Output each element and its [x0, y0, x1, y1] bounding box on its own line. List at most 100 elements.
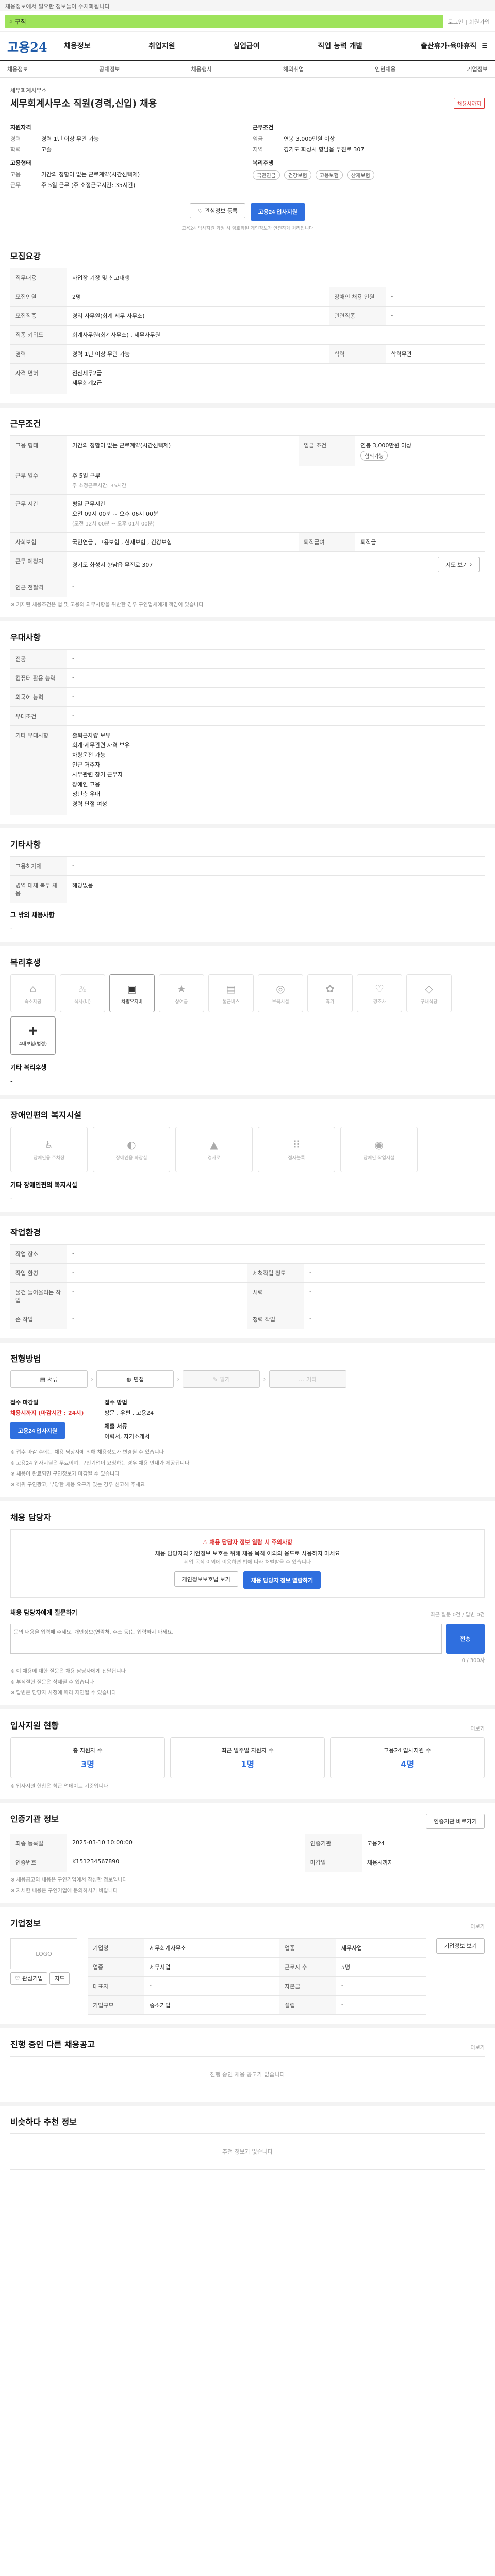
welfare-icons: ⌂ 숙소제공 ♨ 식사(비) ▣ 차량유지비 ★ 상여금 ▤ 통근버스 ◎ 보육시설 ✿ 휴가 ♡ 경조사 ◇ 구…	[10, 974, 485, 1055]
global-nav: 고용24 채용정보 취업지원 실업급여 직업 능력 개발 출산휴가·육아휴직 ☰	[0, 32, 495, 61]
section-title: 근무조건	[10, 419, 41, 429]
table-row: 모집직종 경리 사무원(회계 세무 사무소) 관련직종 -	[10, 306, 485, 326]
empty-state: 진행 중인 채용 공고가 없습니다	[10, 2056, 485, 2092]
gnb-item[interactable]: 실업급여	[233, 41, 260, 51]
chevron-right-icon: ›	[470, 562, 472, 568]
table-row: 우대조건 -	[10, 706, 485, 726]
benefit-card: ⠿ 점자블록	[258, 1127, 335, 1172]
benefit-card: ▲ 경사로	[175, 1127, 253, 1172]
benefit-label: 통근버스	[222, 999, 240, 1005]
benefit-label: 경조사	[373, 999, 386, 1005]
benefit-label: 장애인용 화장실	[116, 1155, 147, 1161]
lodging-icon: ⌂	[29, 982, 37, 995]
map-button[interactable]: 지도 보기 ›	[437, 557, 480, 572]
gnb-item[interactable]: 출산휴가·육아휴직	[421, 41, 476, 51]
top-notice: 채용정보에서 필요한 정보들이 수치화됩니다	[0, 0, 495, 11]
table-row: 자격 면허 전산세무2급 세무회계2급	[10, 363, 485, 394]
company-map-button[interactable]: 지도	[50, 1972, 70, 1985]
apply-button[interactable]: 고용24 입사지원	[250, 203, 305, 221]
info-table: 최종 등록일 2025-03-10 10:00:00 인증기관 고용24 인증번호 K1…	[10, 1834, 485, 1872]
send-question-button[interactable]: 전송	[446, 1624, 485, 1654]
fourins-icon: ✚	[28, 1024, 38, 1037]
lnb-item[interactable]: 인턴채용	[375, 65, 395, 73]
benefit-label: 경사로	[207, 1155, 221, 1161]
recruit-section: 모집요강 직무내용 사업장 기장 및 신고대행 모집인원 2명 장애인 채용 인원 - …	[0, 240, 495, 408]
favorite-company-button[interactable]: ♡ 관심기업	[10, 1972, 48, 1985]
prefer-table: 전공 - 컴퓨터 활용 능력 - 외국어 능력 - 우대조건 - 기타 우대사항 출퇴근…	[10, 649, 485, 815]
summary-left: 지원자격 경력 경력 1년 이상 무관 가능 학력 고졸 고용형태 고용 기간의 정함…	[10, 124, 140, 189]
environment-table: 작업 장소 - 작업 환경 - 세척작업 정도 - 물건 들어올리는 작업 - 시력 - 손 …	[10, 1244, 485, 1329]
benefit-card: ◇ 구내식당	[406, 974, 452, 1012]
question-input[interactable]	[10, 1624, 442, 1654]
benefit-label: 점자블록	[288, 1155, 305, 1161]
benefit-card: ✿ 휴가	[307, 974, 353, 1012]
lnb-item[interactable]: 해외취업	[283, 65, 304, 73]
more-icon: …	[298, 1376, 304, 1383]
lnb-item[interactable]: 채용행사	[191, 65, 212, 73]
stat-card: 최근 일주일 지원자 수 1명	[170, 1737, 325, 1778]
table-row: 대표자 - 자본금 -	[88, 1976, 426, 1996]
section-title: 작업환경	[10, 1228, 41, 1238]
table-row: 인증번호 K151234567890 마감일 채용시까지	[10, 1853, 485, 1872]
benefit-card: ★ 상여금	[159, 974, 204, 1012]
gnb-item[interactable]: 채용정보	[64, 41, 91, 51]
heart-icon: ♡	[15, 1975, 20, 1982]
table-row: 손 작업 - 청력 작업 -	[10, 1310, 485, 1329]
privacy-law-button[interactable]: 개인정보보호법 보기	[174, 1571, 238, 1587]
login-link[interactable]: 로그인 | 회원가입	[448, 18, 490, 26]
toilet-icon: ◐	[127, 1138, 136, 1151]
gnb-item[interactable]: 취업지원	[148, 41, 175, 51]
benefit-card: ◎ 보육시설	[258, 974, 303, 1012]
benefit-label: 숙소제공	[24, 999, 42, 1005]
table-row: 경력 경력 1년 이상 무관 가능 학력 학력무관	[10, 344, 485, 364]
benefit-label: 장애인용 주차장	[33, 1155, 65, 1161]
view-contact-button[interactable]: 채용 담당자 정보 열람하기	[243, 1571, 321, 1589]
section-title: 기업정보	[10, 1919, 41, 1928]
doc-step: ▤ 서류	[10, 1370, 88, 1388]
site-logo[interactable]: 고용24	[7, 37, 64, 55]
deadline-badge: 채용시까지	[454, 97, 485, 109]
childcare-icon: ◎	[276, 982, 285, 995]
facility-section: 장애인편의 복지시설 ♿ 장애인용 주차장 ◐ 장애인용 화장실 ▲ 경사로 ⠿ 점자블록 ◉ 장…	[0, 1099, 495, 1216]
table-row: 업종 세무사업 근로자 수 5명	[88, 1957, 426, 1977]
table-row: 전공 -	[10, 649, 485, 669]
pencil-icon: ✎	[212, 1376, 218, 1383]
etc-step: … 기타	[269, 1370, 346, 1388]
benefit-label: 장애인 작업시설	[363, 1155, 395, 1161]
benefit-card: ⌂ 숙소제공	[10, 974, 56, 1012]
stats-more-link[interactable]: 더보기	[470, 1724, 485, 1732]
apply-button-2[interactable]: 고용24 입사지원	[10, 1422, 65, 1439]
company-info-button[interactable]: 기업정보 보기	[436, 1938, 485, 1954]
environment-section: 작업환경 작업 장소 - 작업 환경 - 세척작업 정도 - 물건 들어올리는 작업 - 시…	[0, 1216, 495, 1343]
gnb-item[interactable]: 직업 능력 개발	[318, 41, 362, 51]
company-section: 기업정보 더보기 LOGO ♡ 관심기업 지도 기업명 세무회계사무소 업종 세무사업…	[0, 1907, 495, 2028]
search-input[interactable]: ⌕ 구직	[5, 14, 444, 28]
company-more-link[interactable]: 더보기	[470, 1922, 485, 1930]
searchbar: ⌕ 구직 로그인 | 회원가입	[0, 11, 495, 32]
company-name[interactable]: 세무회계사무소	[10, 86, 485, 94]
benefit-label: 차량유지비	[121, 999, 143, 1005]
lnb-item[interactable]: 채용정보	[7, 65, 28, 73]
table-row: 작업 장소 -	[10, 1244, 485, 1264]
job-summary: 세무회계사무소 세무회계사무소 직원(경력,신입) 채용 채용시까지 지원자격 …	[0, 78, 495, 240]
company-table: 기업명 세무회계사무소 업종 세무사업 업종 세무사업 근로자 수 5명 대표자 - 자본금 - …	[88, 1938, 426, 2015]
cert-link-button[interactable]: 인증기관 바로가기	[425, 1814, 485, 1829]
cafeteria-icon: ◇	[425, 982, 433, 995]
save-interest-button[interactable]: ♡ 관심정보 등록	[190, 203, 245, 218]
menu-icon[interactable]: ☰	[482, 42, 488, 50]
table-row: 작업 환경 - 세척작업 정도 -	[10, 1263, 485, 1283]
apply-note: 고용24 입사지원 과정 시 암호화된 개인정보가 안전하게 처리됩니다	[182, 226, 314, 231]
facility-icons: ♿ 장애인용 주차장 ◐ 장애인용 화장실 ▲ 경사로 ⠿ 점자블록 ◉ 장애인 작업시설	[10, 1127, 485, 1172]
similar-section: 비슷하다 추천 정보 추천 정보가 없습니다	[0, 2106, 495, 2179]
table-row: 컴퓨터 활용 능력 -	[10, 668, 485, 688]
table-row: 기업명 세무회계사무소 업종 세무사업	[88, 1938, 426, 1958]
bottom-spacer	[0, 2179, 495, 2199]
lnb-item[interactable]: 공채정보	[99, 65, 120, 73]
local-nav: 채용정보 공채정보 채용행사 해외취업 인턴채용 기업정보	[0, 61, 495, 78]
recent-more-link[interactable]: 더보기	[470, 2043, 485, 2051]
bus-icon: ▤	[226, 982, 236, 995]
benefit-label: 식사(비)	[74, 999, 91, 1005]
company-logo: LOGO	[10, 1938, 77, 1969]
benefit-card: ▣ 차량유지비	[109, 974, 155, 1012]
lnb-item[interactable]: 기업정보	[467, 65, 487, 73]
